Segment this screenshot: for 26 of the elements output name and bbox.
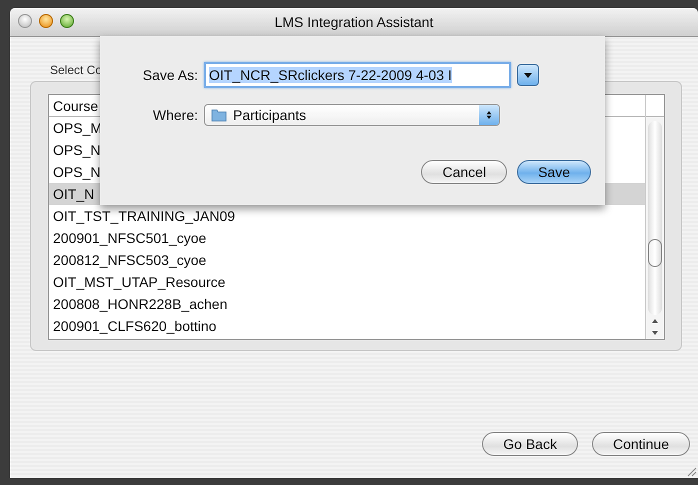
course-row[interactable]: 200812_NFSC503_cyoe [49,249,645,271]
minimize-button[interactable] [39,14,53,28]
scroll-thumb[interactable] [648,239,662,267]
course-row[interactable]: 200901_NFSC501_cyoe [49,227,645,249]
course-row[interactable]: OIT_MST_UTAP_Resource [49,271,645,293]
zoom-button[interactable] [60,14,74,28]
field-label: Save As: [142,67,198,83]
stepper-arrows-icon [485,109,493,121]
expand-button[interactable] [517,64,539,86]
dialog-button[interactable]: Save [517,160,591,184]
scrollbar[interactable] [646,117,664,339]
course-row[interactable]: OIT_TST_TRAINING_JAN09 [49,205,645,227]
course-row[interactable]: 200808_HONR228B_achen [49,293,645,315]
resize-grip-icon[interactable] [685,465,697,477]
course-row[interactable]: 200901_CLFS620_bottino [49,315,645,337]
window-title: LMS Integration Assistant [274,14,434,30]
dialog-button[interactable]: Cancel [421,160,508,184]
close-button[interactable] [18,14,32,28]
column-header-label: Course [53,98,98,114]
where-popup[interactable]: Participants [204,104,500,126]
triangle-down-icon [523,70,533,80]
save-as-field[interactable]: OIT_NCR_SRclickers 7-22-2009 4-03 I [204,62,511,88]
field-label: Where: [152,107,198,123]
navigation-button[interactable]: Continue [592,432,690,456]
folder-icon [211,108,227,122]
navigation-button[interactable]: Go Back [482,432,578,456]
